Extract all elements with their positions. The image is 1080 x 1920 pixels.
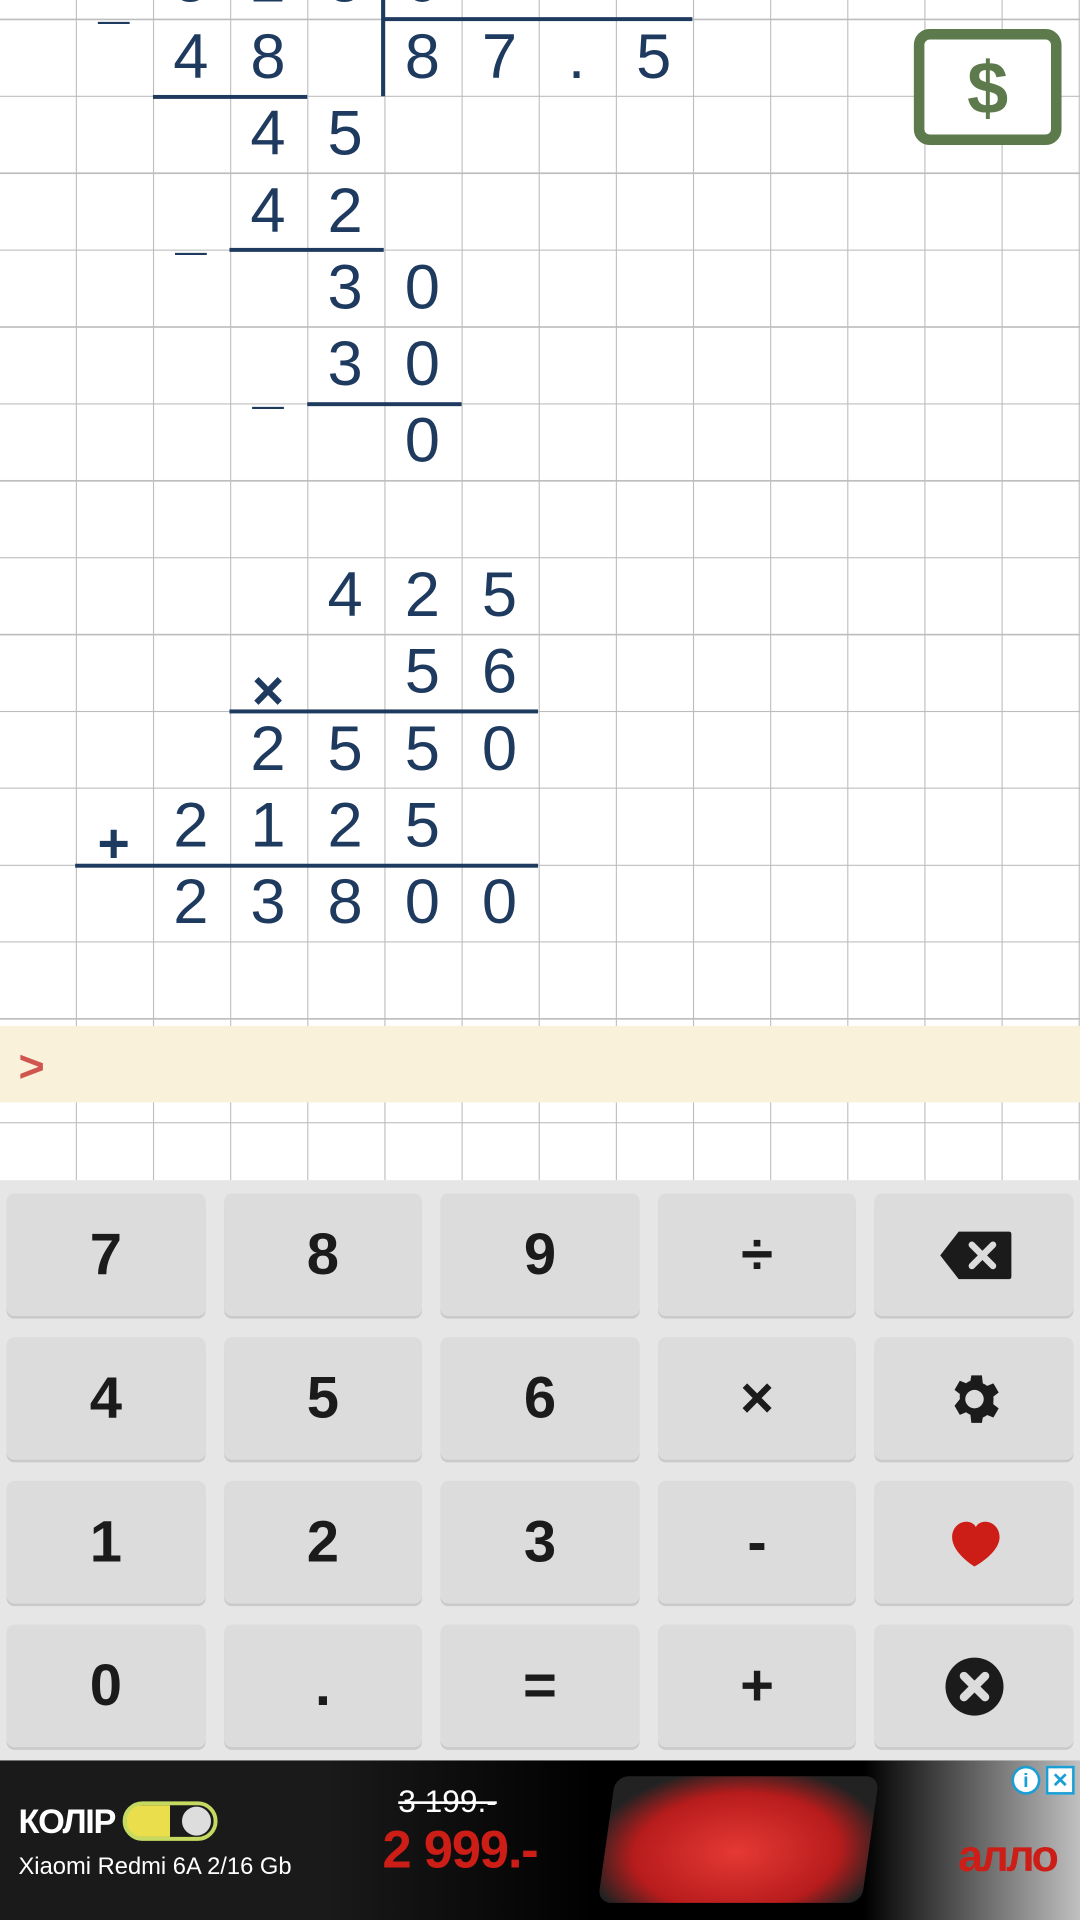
key-3[interactable]: 3 xyxy=(441,1481,640,1604)
hrule xyxy=(152,94,306,98)
digit-cell: 6 xyxy=(461,634,538,711)
digit-cell: 0 xyxy=(461,865,538,942)
key-add[interactable]: + xyxy=(658,1625,857,1748)
digit-cell: 5 xyxy=(384,634,461,711)
key-9[interactable]: 9 xyxy=(441,1193,640,1316)
digit-cell: 3 xyxy=(229,865,306,942)
input-cursor-icon: > xyxy=(18,1042,44,1093)
digit-cell: 0 xyxy=(384,865,461,942)
digit-cell: 2 xyxy=(307,788,384,865)
digit-cell: 5 xyxy=(307,0,384,19)
digit-cell: 4 xyxy=(152,19,229,96)
digit-cell: . xyxy=(538,19,615,96)
digit-cell: 2 xyxy=(152,865,229,942)
digit-cell: 4 xyxy=(229,96,306,173)
digit-cell: 8 xyxy=(229,19,306,96)
digit-cell: 5 xyxy=(307,711,384,788)
digit-cell: 7 xyxy=(461,19,538,96)
ad-price: 3 199.- 2 999.- xyxy=(382,1784,537,1880)
hrule xyxy=(229,248,383,252)
backspace-icon xyxy=(937,1228,1011,1281)
digit-cell: 4 xyxy=(307,557,384,634)
key-6[interactable]: 6 xyxy=(441,1337,640,1460)
hrule xyxy=(384,18,693,22)
digit-cell: 2 xyxy=(229,0,306,19)
digit-cell: 0 xyxy=(384,326,461,403)
digit-cell: 0 xyxy=(384,249,461,326)
digit-cell: 2 xyxy=(152,788,229,865)
operator-cell: _ xyxy=(152,191,229,268)
key-0[interactable]: 0 xyxy=(7,1625,206,1748)
key-divide[interactable]: ÷ xyxy=(658,1193,857,1316)
digit-cell: 4 xyxy=(229,173,306,250)
key-favorite[interactable] xyxy=(875,1481,1074,1604)
key-2[interactable]: 2 xyxy=(224,1481,423,1604)
key-settings[interactable] xyxy=(875,1337,1074,1460)
close-circle-icon xyxy=(942,1654,1005,1717)
gear-icon xyxy=(942,1367,1005,1430)
digit-cell: 3 xyxy=(307,249,384,326)
ad-price-new: 2 999.- xyxy=(382,1821,537,1880)
digit-cell: 1 xyxy=(229,788,306,865)
key-subtract[interactable]: - xyxy=(658,1481,857,1604)
ad-brand: КОЛІР xyxy=(18,1801,291,1842)
key-equals[interactable]: = xyxy=(441,1625,640,1748)
key-7[interactable]: 7 xyxy=(7,1193,206,1316)
operator-cell: _ xyxy=(229,345,306,422)
ad-subtitle: Xiaomi Redmi 6A 2/16 Gb xyxy=(18,1852,291,1880)
key-4[interactable]: 4 xyxy=(7,1337,206,1460)
digit-cell: 5 xyxy=(384,788,461,865)
digit-cell: 8 xyxy=(384,19,461,96)
worksheet-area[interactable]: 5250_4887.54542_3030_042556×25502125+238… xyxy=(0,0,1080,1180)
key-5[interactable]: 5 xyxy=(224,1337,423,1460)
digit-cell: 5 xyxy=(152,0,229,19)
ad-product-image xyxy=(598,1776,880,1903)
key-8[interactable]: 8 xyxy=(224,1193,423,1316)
ad-banner[interactable]: КОЛІР Xiaomi Redmi 6A 2/16 Gb 3 199.- 2 … xyxy=(0,1760,1080,1920)
digit-cell: 2 xyxy=(229,711,306,788)
dollar-icon: $ xyxy=(967,44,1008,130)
key-1[interactable]: 1 xyxy=(7,1481,206,1604)
digit-cell: 5 xyxy=(615,19,692,96)
ad-price-old: 3 199.- xyxy=(382,1784,537,1821)
digit-cell: 2 xyxy=(307,173,384,250)
hrule xyxy=(229,709,538,713)
digit-cell: 0 xyxy=(461,711,538,788)
operator-cell: + xyxy=(75,806,152,883)
ad-info-icon[interactable]: i xyxy=(1011,1766,1040,1795)
digit-cell: 2 xyxy=(384,557,461,634)
digit-cell: 5 xyxy=(384,711,461,788)
currency-badge[interactable]: $ xyxy=(914,29,1062,145)
vrule xyxy=(381,0,385,96)
digit-cell: 0 xyxy=(384,403,461,480)
digit-cell: 5 xyxy=(307,96,384,173)
ad-store-logo: алло xyxy=(958,1832,1056,1883)
operator-cell: _ xyxy=(75,0,152,37)
digit-cell: 8 xyxy=(307,865,384,942)
key-decimal[interactable]: . xyxy=(224,1625,423,1748)
input-row[interactable]: > xyxy=(0,1026,1080,1103)
ad-close-icon[interactable]: ✕ xyxy=(1046,1766,1075,1795)
digit-cell: 0 xyxy=(384,0,461,19)
digit-cell: 3 xyxy=(307,326,384,403)
grid-background xyxy=(0,0,1080,1180)
digit-cell: 5 xyxy=(461,557,538,634)
ad-toggle-icon xyxy=(123,1801,218,1841)
key-clear[interactable] xyxy=(875,1625,1074,1748)
heart-icon xyxy=(940,1511,1009,1574)
hrule xyxy=(75,863,538,867)
key-multiply[interactable]: × xyxy=(658,1337,857,1460)
hrule xyxy=(307,402,461,406)
key-backspace[interactable] xyxy=(875,1193,1074,1316)
keypad: 7 8 9 ÷ 4 5 6 × 1 2 3 - 0 . = + xyxy=(0,1180,1080,1760)
